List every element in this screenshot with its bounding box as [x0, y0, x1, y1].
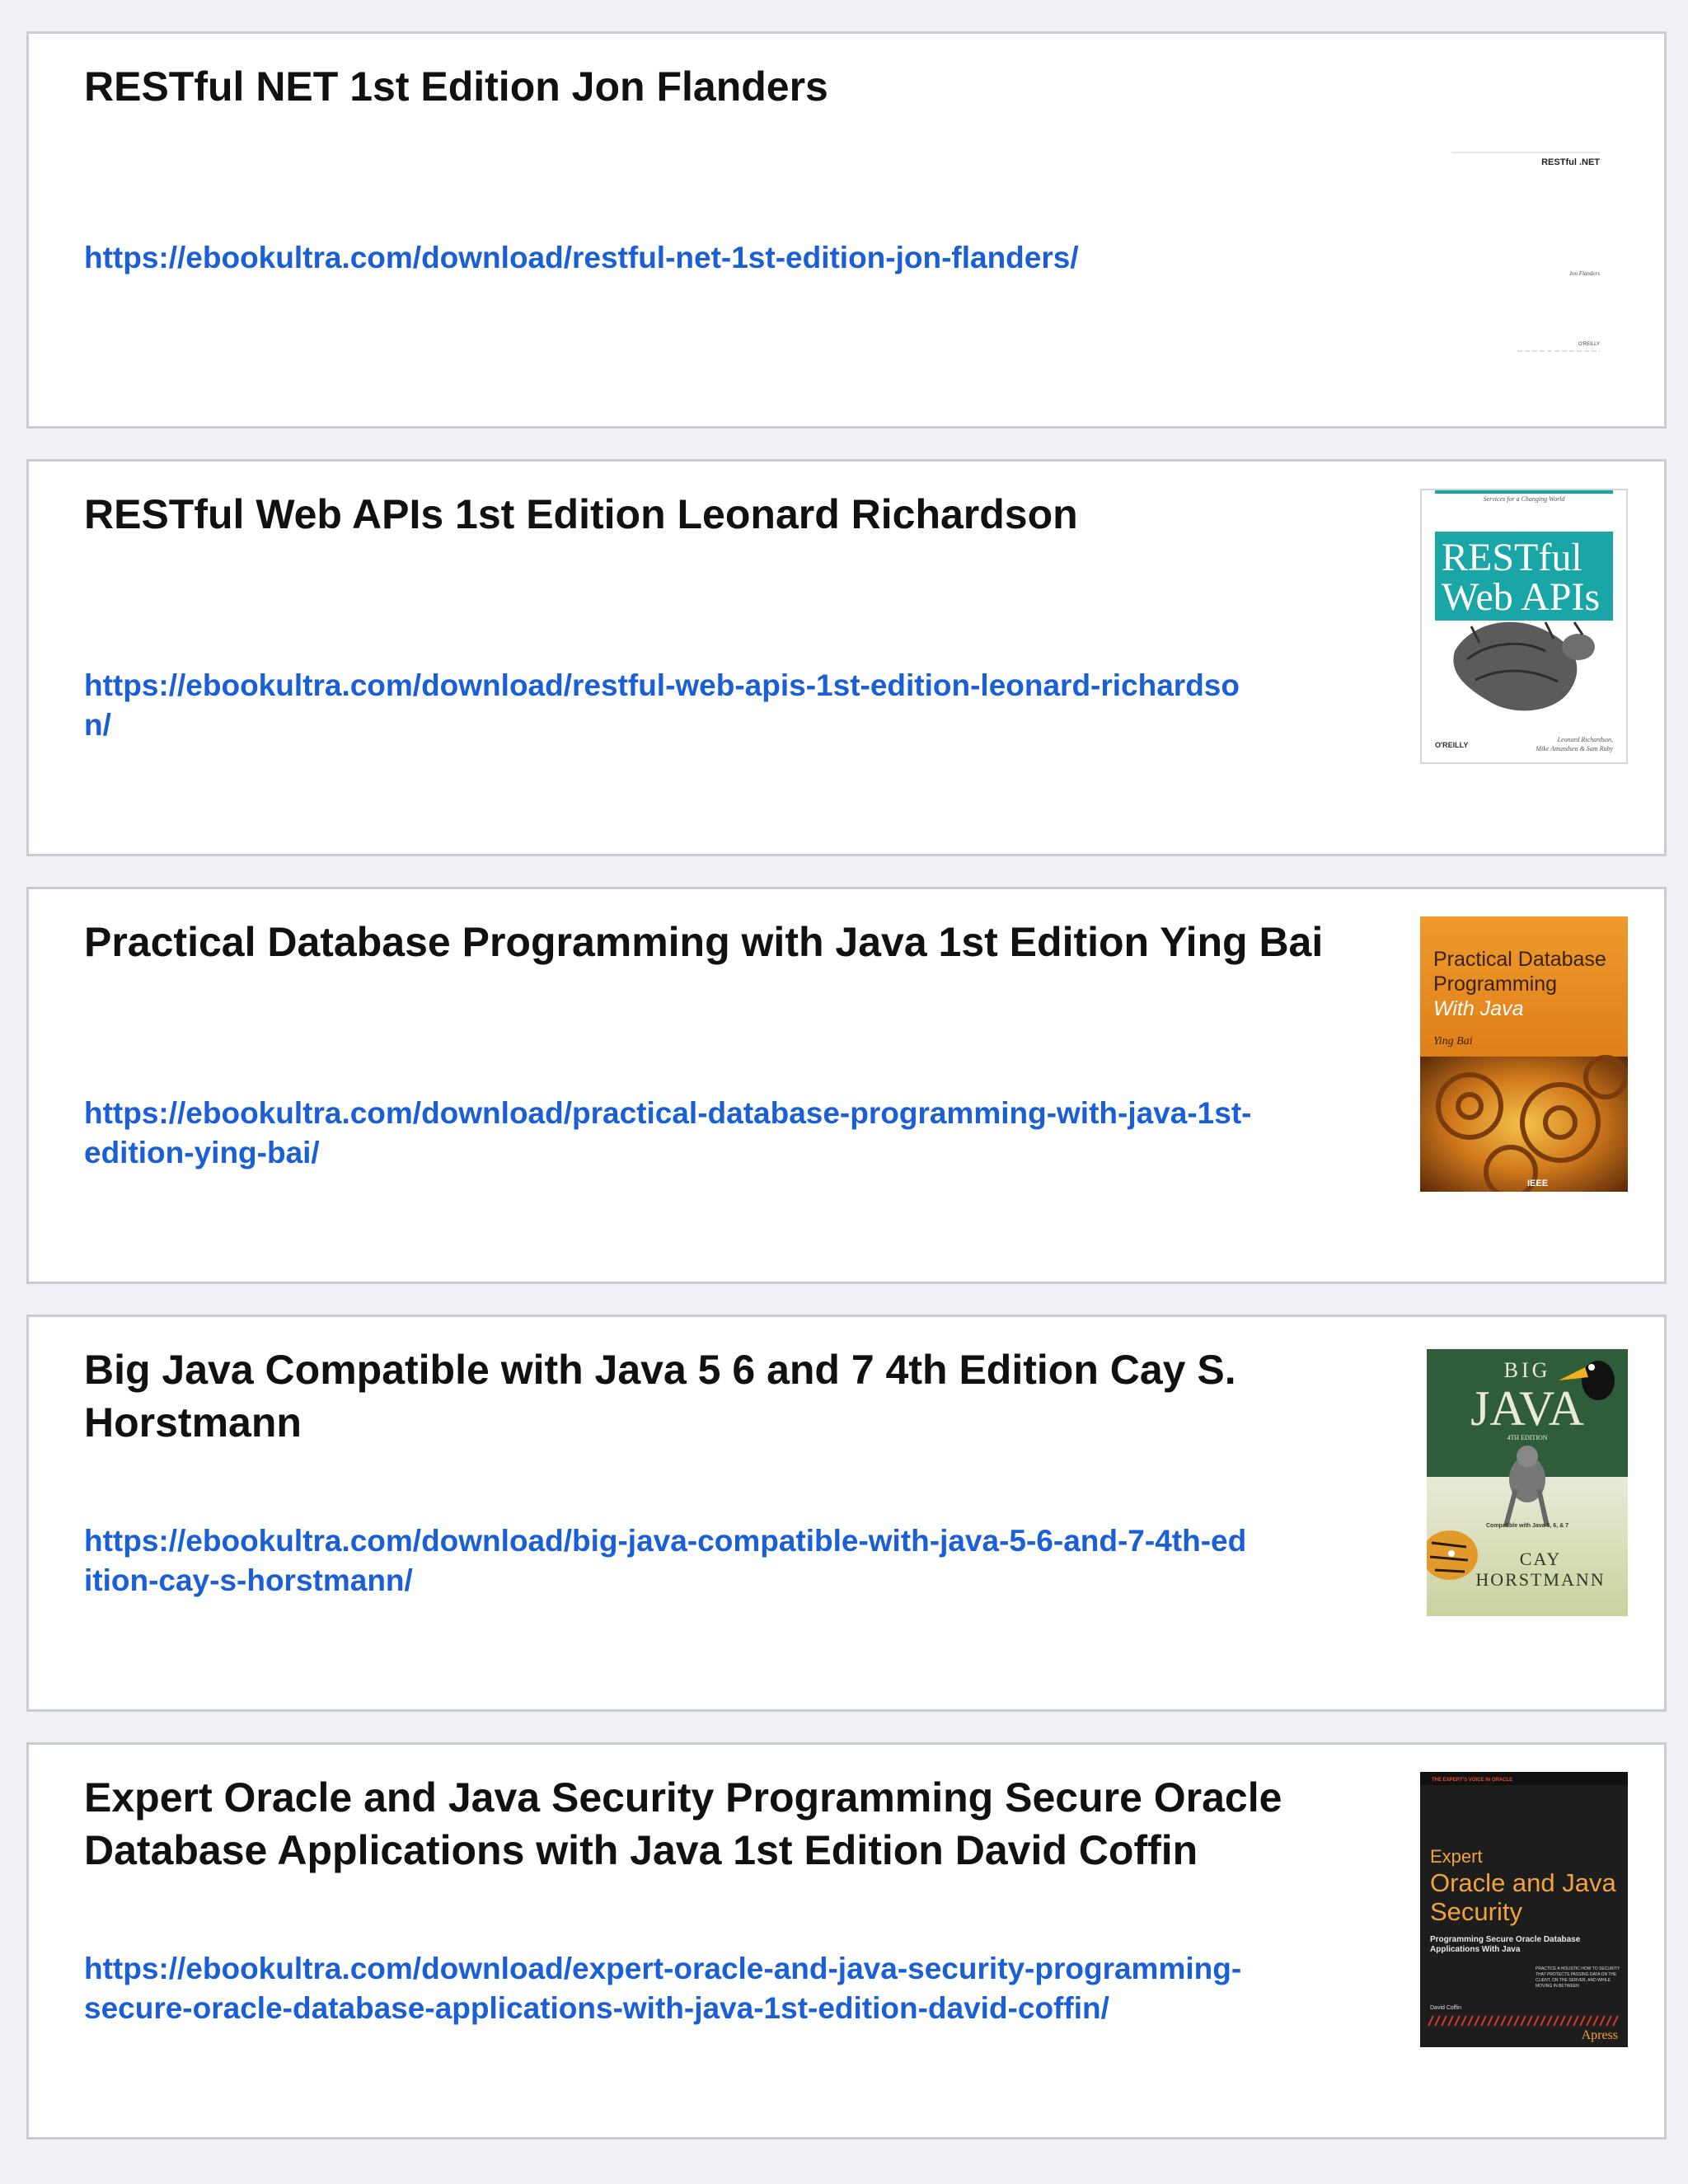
book-card: Big Java Compatible with Java 5 6 and 7 … [26, 1315, 1667, 1712]
book-title: Practical Database Programming with Java… [84, 919, 1324, 965]
cover-title-line3: Security [1430, 1897, 1522, 1926]
cover-compat: Compatible with Java 5, 6, & 7 [1486, 1523, 1568, 1529]
book-title: RESTful NET 1st Edition Jon Flanders [84, 63, 828, 110]
cover-subtitle-line1: Programming Secure Oracle Database [1430, 1935, 1581, 1944]
book-card: RESTful Web APIs 1st Edition Leonard Ric… [26, 459, 1667, 856]
cover-author-line1: CAY [1520, 1549, 1561, 1569]
cover-title: RESTful .NET [1541, 157, 1600, 167]
cover-title-line1: Expert [1430, 1846, 1483, 1867]
cover-authors-line2: Mike Amundsen & Sam Ruby [1535, 745, 1613, 752]
cover-publisher: IEEE [1527, 1179, 1548, 1188]
book-title: RESTful Web APIs 1st Edition Leonard Ric… [84, 491, 1078, 537]
cover-blurb-line4: MOVING IN BETWEEN [1536, 1984, 1579, 1989]
book-cover-image[interactable]: Services for a Changing World RESTful We… [1420, 489, 1628, 764]
cover-banner: THE EXPERT'S VOICE IN ORACLE [1432, 1778, 1512, 1783]
cover-author: Ying Bai [1433, 1035, 1473, 1047]
book-download-link[interactable]: https://ebookultra.com/download/big-java… [84, 1521, 1254, 1601]
cover-tagline: Services for a Changing World [1484, 495, 1566, 503]
book-download-link[interactable]: https://ebookultra.com/download/practica… [84, 1094, 1254, 1173]
cover-blurb-line3: CLIENT, ON THE SERVER, AND WHILE [1536, 1978, 1611, 1983]
cover-author: David Coffin [1430, 2005, 1461, 2011]
book-title: Big Java Compatible with Java 5 6 and 7 … [84, 1347, 1236, 1446]
book-card: Expert Oracle and Java Security Programm… [26, 1742, 1667, 2139]
cover-publisher: O'REILLY [1578, 342, 1600, 347]
cover-title-line1: Practical Database [1433, 948, 1606, 971]
cover-edition: 4TH EDITION [1507, 1434, 1547, 1441]
book-download-link[interactable]: https://ebookultra.com/download/restful-… [84, 666, 1254, 745]
cover-author: Jon Flanders [1569, 270, 1600, 277]
cover-title-line1: RESTful [1442, 536, 1582, 579]
book-download-link[interactable]: https://ebookultra.com/download/expert-o… [84, 1949, 1254, 2028]
cover-title-line1: BIG [1504, 1358, 1551, 1382]
cover-title-line2: Web APIs [1442, 575, 1600, 619]
book-cover-image[interactable]: BIG JAVA 4TH EDITION Compatible with Jav… [1427, 1349, 1628, 1616]
cover-blurb-line1: PRACTICE A HOLISTIC HOW TO SECURITY [1536, 1966, 1620, 1971]
cover-subtitle-line2: Applications With Java [1430, 1945, 1521, 1954]
book-card: RESTful NET 1st Edition Jon Flanders htt… [26, 31, 1667, 429]
book-card: Practical Database Programming with Java… [26, 887, 1667, 1284]
cover-blurb-line2: THAT PROTECTS PASSING DATA ON THE [1536, 1972, 1617, 1977]
book-title: Expert Oracle and Java Security Programm… [84, 1774, 1282, 1873]
cover-title-line2: Oracle and Java [1430, 1868, 1616, 1897]
cover-author-line2: HORSTMANN [1475, 1569, 1605, 1590]
cover-authors-line1: Leonard Richardson, [1557, 736, 1613, 743]
book-cover-image[interactable]: RESTful .NET Jon Flanders O'REILLY [1443, 113, 1651, 385]
book-cover-image[interactable]: Practical Database Programming With Java… [1420, 916, 1628, 1192]
cover-title-line2: Programming [1433, 972, 1557, 996]
cover-publisher: Apress [1582, 2028, 1618, 2042]
cover-title-line3: With Java [1433, 997, 1524, 1020]
book-cover-image[interactable]: THE EXPERT'S VOICE IN ORACLE Expert Orac… [1420, 1772, 1628, 2047]
cover-title-line2: JAVA [1470, 1381, 1584, 1436]
cover-publisher: O'REILLY [1435, 741, 1468, 749]
book-download-link[interactable]: https://ebookultra.com/download/restful-… [84, 238, 1254, 278]
